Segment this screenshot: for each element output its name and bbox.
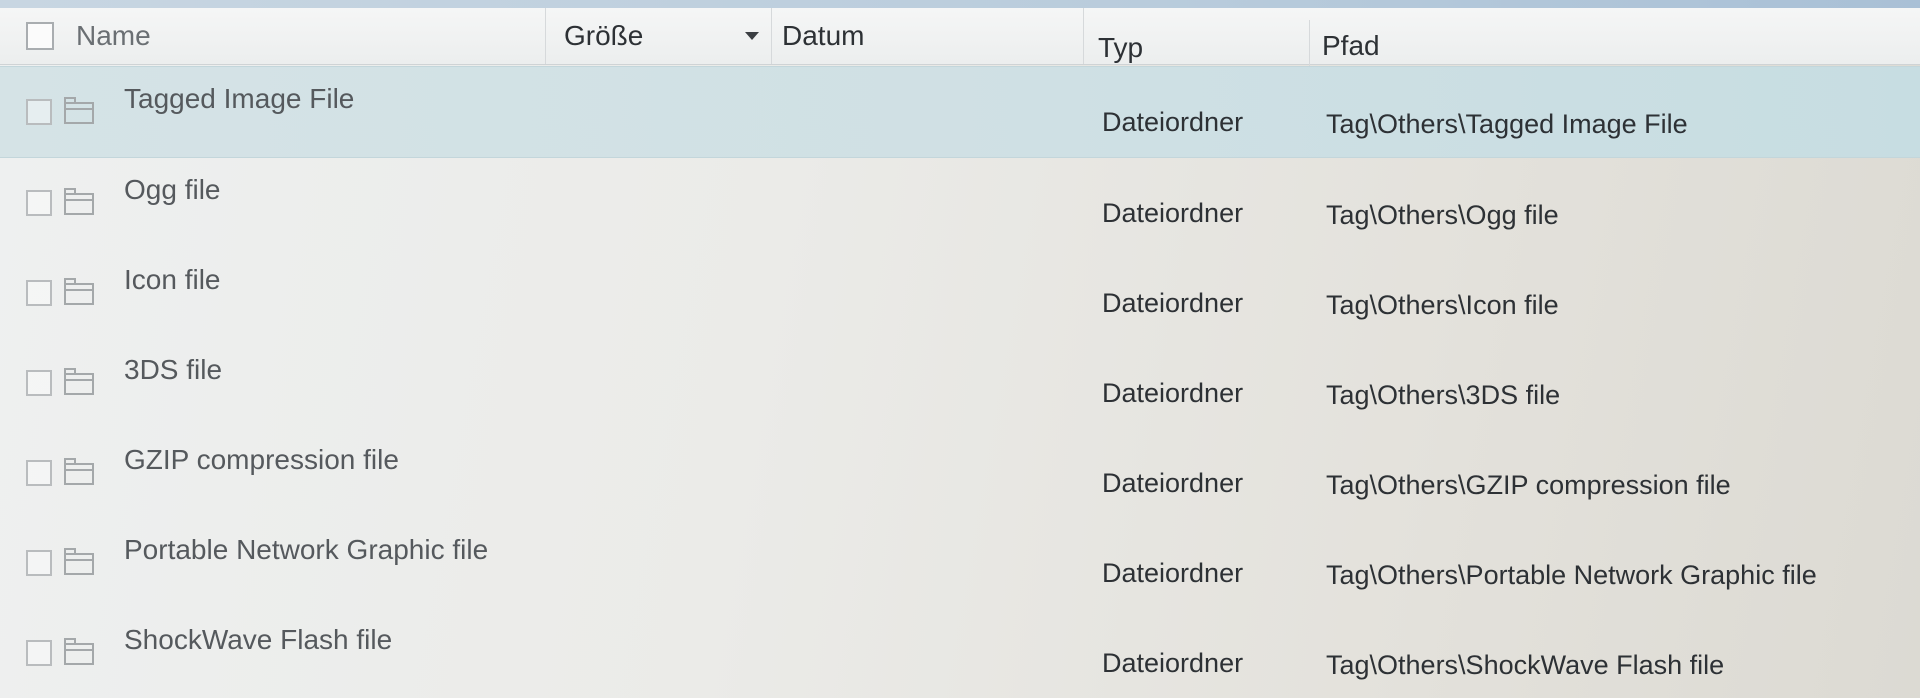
column-header-type-label: Typ	[1098, 32, 1144, 63]
row-path: Tag\Others\GZIP compression file	[1326, 470, 1731, 500]
file-row[interactable]: ShockWave Flash file Dateiordner Tag\Oth…	[0, 608, 1920, 698]
row-name: Portable Network Graphic file	[124, 534, 489, 565]
file-row[interactable]: 3DS file Dateiordner Tag\Others\3DS file	[0, 338, 1920, 428]
column-header-size[interactable]: Größe	[546, 8, 772, 64]
folder-icon	[64, 188, 94, 215]
folder-icon	[64, 278, 94, 305]
row-type: Dateiordner	[1102, 378, 1244, 408]
row-name: Ogg file	[124, 174, 221, 205]
row-path: Tag\Others\Ogg file	[1326, 200, 1559, 230]
column-header-date[interactable]: Datum	[772, 8, 1084, 64]
row-checkbox[interactable]	[26, 550, 52, 576]
row-path: Tag\Others\ShockWave Flash file	[1326, 650, 1725, 680]
row-type: Dateiordner	[1102, 468, 1244, 498]
folder-icon	[64, 548, 94, 575]
row-type: Dateiordner	[1102, 558, 1244, 588]
row-name: Tagged Image File	[124, 83, 355, 114]
row-checkbox[interactable]	[26, 190, 52, 216]
file-row[interactable]: Icon file Dateiordner Tag\Others\Icon fi…	[0, 248, 1920, 338]
row-path: Tag\Others\Icon file	[1326, 290, 1559, 320]
column-header-name[interactable]: Name	[0, 8, 546, 64]
row-type: Dateiordner	[1102, 288, 1244, 318]
row-type: Dateiordner	[1102, 648, 1244, 678]
row-type: Dateiordner	[1102, 107, 1244, 137]
column-header-size-label: Größe	[564, 20, 644, 51]
row-name: GZIP compression file	[124, 444, 399, 475]
row-name: ShockWave Flash file	[124, 624, 393, 655]
file-row[interactable]: Ogg file Dateiordner Tag\Others\Ogg file	[0, 158, 1920, 248]
row-checkbox[interactable]	[26, 370, 52, 396]
file-row[interactable]: Tagged Image File Dateiordner Tag\Others…	[0, 66, 1920, 158]
row-path: Tag\Others\Tagged Image File	[1326, 109, 1688, 139]
file-row[interactable]: GZIP compression file Dateiordner Tag\Ot…	[0, 428, 1920, 518]
row-type: Dateiordner	[1102, 198, 1244, 228]
folder-icon	[64, 97, 94, 124]
column-header-bar: Name Größe Datum Typ Pfad	[0, 8, 1920, 76]
row-checkbox[interactable]	[26, 280, 52, 306]
column-header-path-label: Pfad	[1322, 30, 1380, 61]
row-name: Icon file	[124, 264, 221, 295]
row-name: 3DS file	[124, 354, 223, 385]
select-all-checkbox[interactable]	[26, 22, 54, 50]
folder-icon	[64, 638, 94, 665]
column-header-name-label: Name	[76, 20, 151, 51]
row-path: Tag\Others\Portable Network Graphic file	[1326, 560, 1817, 590]
column-header-date-label: Datum	[782, 20, 865, 51]
file-list: Tagged Image File Dateiordner Tag\Others…	[0, 66, 1920, 698]
row-checkbox[interactable]	[26, 460, 52, 486]
file-list-window: Name Größe Datum Typ Pfad Tagged Image F…	[0, 0, 1920, 698]
file-row[interactable]: Portable Network Graphic file Dateiordne…	[0, 518, 1920, 608]
sort-down-arrow-icon	[745, 32, 759, 40]
folder-icon	[64, 368, 94, 395]
folder-icon	[64, 458, 94, 485]
row-checkbox[interactable]	[26, 99, 52, 125]
row-path: Tag\Others\3DS file	[1326, 380, 1561, 410]
row-checkbox[interactable]	[26, 640, 52, 666]
